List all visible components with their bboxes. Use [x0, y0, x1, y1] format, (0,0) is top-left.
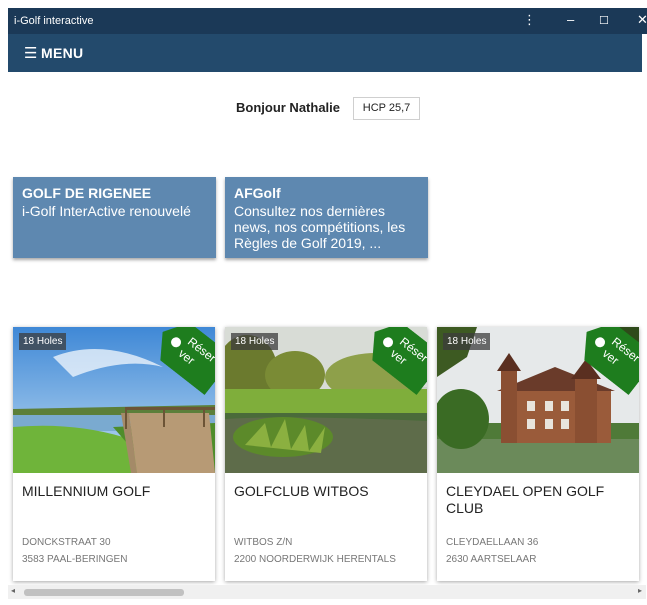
news-tile-afgolf[interactable]: AFGolf Consultez nos dernières news, nos…: [225, 177, 428, 258]
horizontal-scrollbar[interactable]: ◂ ▸: [8, 585, 646, 599]
menu-button[interactable]: MENU: [41, 45, 83, 61]
hamburger-icon[interactable]: ☰: [24, 44, 37, 62]
greeting-text: Bonjour Nathalie: [236, 100, 341, 115]
window-titlebar: i-Golf interactive ⋮ – ☐ ✕: [8, 8, 647, 34]
course-address: CLEYDAELLAAN 36 2630 AARTSELAAR: [446, 534, 538, 568]
address-line-2: 2200 NOORDERWIJK HERENTALS: [234, 554, 396, 565]
news-title: GOLF DE RIGENEE: [22, 185, 152, 201]
scroll-left-icon[interactable]: ◂: [11, 586, 15, 595]
holes-badge: 18 Holes: [231, 333, 279, 350]
menu-bar: ☰ MENU: [8, 34, 642, 72]
address-line-1: CLEYDAELLAAN 36: [446, 537, 539, 548]
course-card-witbos[interactable]: 18 Holes Réser ver GOLFCLUB WITBOS WITBO…: [225, 327, 427, 581]
more-options-icon[interactable]: ⋮: [523, 11, 536, 29]
course-card-millennium[interactable]: 18 Holes Réser ver MILLENNIUM GOLF DONCK…: [13, 327, 215, 581]
address-line-2: 2630 AARTSELAAR: [446, 554, 537, 565]
course-name: CLEYDAEL OPEN GOLF CLUB: [446, 483, 605, 516]
news-title: AFGolf: [234, 185, 281, 201]
news-tile-rigenee[interactable]: GOLF DE RIGENEE i-Golf InterActive renou…: [13, 177, 216, 258]
handicap-badge: HCP 25,7: [353, 97, 420, 120]
course-card-cleydael[interactable]: 18 Holes Réser ver CLEYDAEL OPEN GOLF CL…: [437, 327, 639, 581]
address-line-1: DONCKSTRAAT 30: [22, 537, 111, 548]
scroll-right-icon[interactable]: ▸: [638, 586, 642, 595]
course-address: WITBOS Z/N 2200 NOORDERWIJK HERENTALS: [234, 534, 396, 568]
news-text: Consultez nos dernières news, nos compét…: [234, 203, 406, 251]
minimize-button[interactable]: –: [567, 11, 574, 29]
course-name: GOLFCLUB WITBOS: [234, 483, 369, 499]
holes-badge: 18 Holes: [443, 333, 491, 350]
close-button[interactable]: ✕: [637, 11, 647, 29]
maximize-button[interactable]: ☐: [599, 12, 609, 30]
news-text: i-Golf InterActive renouvelé: [22, 203, 191, 219]
address-line-2: 3583 PAAL-BERINGEN: [22, 554, 128, 565]
course-address: DONCKSTRAAT 30 3583 PAAL-BERINGEN: [22, 534, 127, 568]
window-title: i-Golf interactive: [14, 15, 94, 27]
address-line-1: WITBOS Z/N: [234, 537, 293, 548]
scrollbar-thumb[interactable]: [24, 589, 184, 596]
holes-badge: 18 Holes: [19, 333, 67, 350]
course-name: MILLENNIUM GOLF: [22, 483, 151, 499]
